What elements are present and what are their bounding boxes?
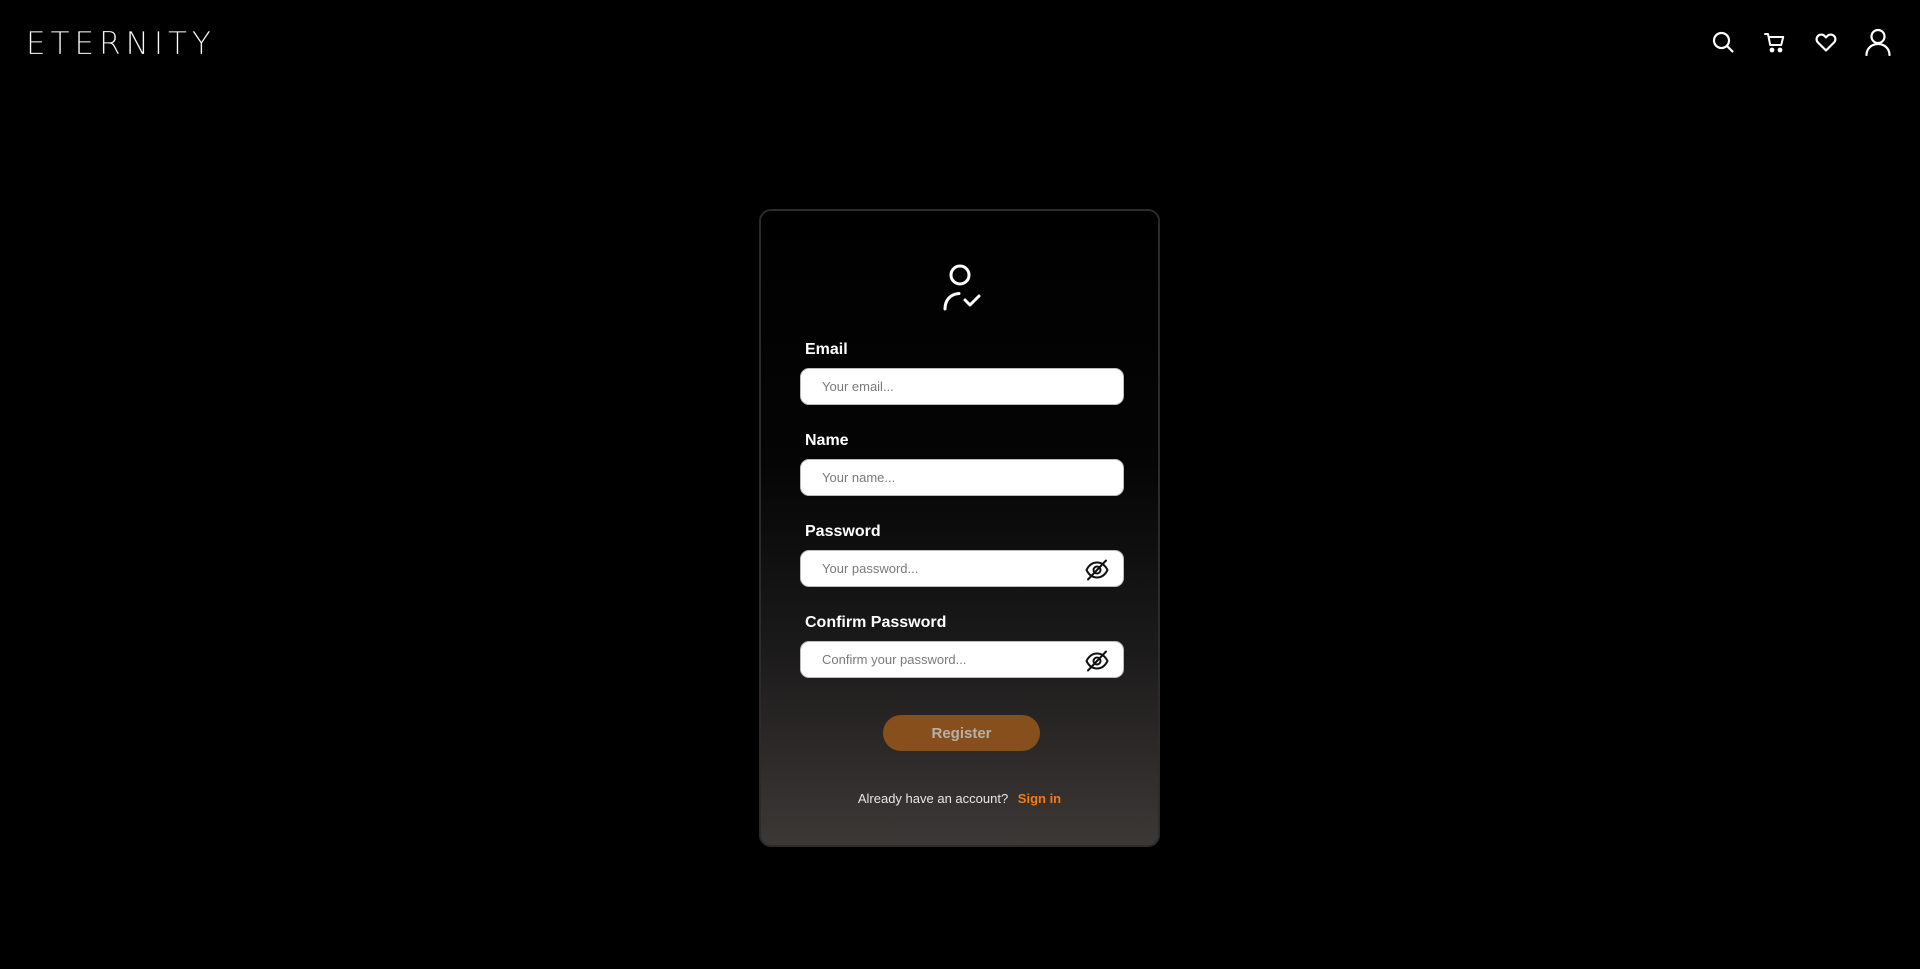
confirm-password-label: Confirm Password (805, 614, 947, 631)
email-input[interactable] (822, 369, 1082, 404)
name-input[interactable] (822, 460, 1082, 495)
cart-icon[interactable] (1757, 24, 1793, 60)
search-icon[interactable] (1705, 24, 1741, 60)
eye-off-icon[interactable] (1085, 559, 1109, 581)
password-input[interactable] (822, 551, 1082, 586)
name-label: Name (805, 432, 849, 449)
email-label: Email (805, 341, 848, 358)
brand-logo[interactable]: ETERNITY (26, 24, 216, 64)
password-label: Password (805, 523, 881, 540)
signin-prompt-text: Already have an account? (857, 791, 1009, 806)
signin-prompt-row: Already have an account? Sign in (761, 791, 1158, 807)
confirm-password-input[interactable] (822, 642, 1082, 677)
confirm-password-field (800, 641, 1124, 678)
register-button[interactable]: Register (883, 715, 1040, 751)
top-navigation-bar: ETERNITY (0, 0, 1920, 86)
heart-icon[interactable] (1808, 24, 1844, 60)
register-card: Email Name Password Confirm Password Reg… (759, 209, 1160, 847)
signin-link[interactable]: Sign in (1018, 791, 1061, 806)
user-check-icon (940, 263, 986, 313)
name-field (800, 459, 1124, 496)
email-field (800, 368, 1124, 405)
eye-off-icon[interactable] (1085, 650, 1109, 672)
password-field (800, 550, 1124, 587)
user-icon[interactable] (1860, 24, 1896, 60)
